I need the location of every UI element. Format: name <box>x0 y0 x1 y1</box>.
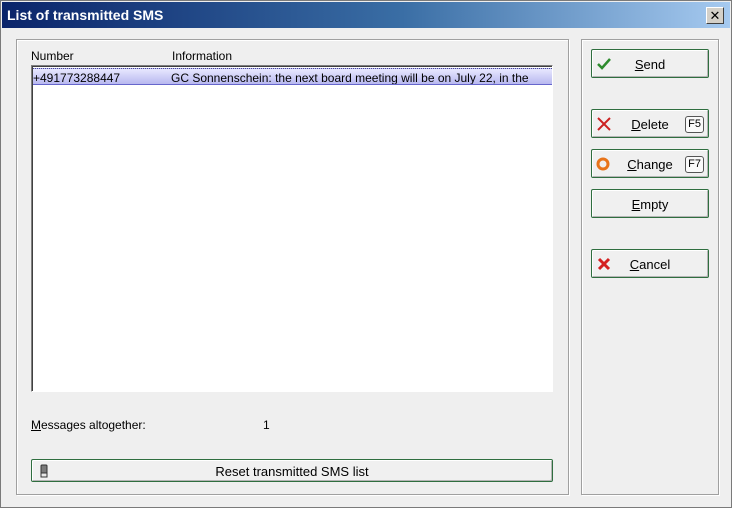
title-bar[interactable]: List of transmitted SMS ✕ <box>2 2 730 28</box>
cancel-label: Cancel <box>629 257 671 272</box>
empty-label: Empty <box>631 197 669 212</box>
sms-list[interactable]: +491773288447 GC Sonnenschein: the next … <box>31 65 553 392</box>
send-button[interactable]: Send <box>591 49 709 78</box>
reset-list-button[interactable]: Reset transmitted SMS list <box>31 459 553 482</box>
messages-count: 1 <box>263 418 270 432</box>
messages-altogether-label: Messages altogether: <box>31 418 146 432</box>
row-number: +491773288447 <box>33 71 121 85</box>
delete-button[interactable]: Delete F5 <box>591 109 709 138</box>
change-button[interactable]: Change F7 <box>591 149 709 178</box>
empty-button[interactable]: Empty <box>591 189 709 218</box>
column-header-information[interactable]: Information <box>172 49 232 63</box>
cancel-button[interactable]: Cancel <box>591 249 709 278</box>
sms-dialog: List of transmitted SMS ✕ Number Informa… <box>0 0 732 508</box>
window-title: List of transmitted SMS <box>7 7 164 23</box>
send-label: Send <box>634 57 666 72</box>
table-row[interactable]: +491773288447 GC Sonnenschein: the next … <box>33 68 552 85</box>
reset-list-label: Reset transmitted SMS list <box>215 464 369 479</box>
close-icon: ✕ <box>709 8 721 23</box>
row-information: GC Sonnenschein: the next board meeting … <box>171 71 529 85</box>
delete-shortcut-key: F5 <box>685 116 704 133</box>
column-header-number[interactable]: Number <box>31 49 74 63</box>
close-button[interactable]: ✕ <box>706 7 724 24</box>
change-shortcut-key: F7 <box>685 156 704 173</box>
